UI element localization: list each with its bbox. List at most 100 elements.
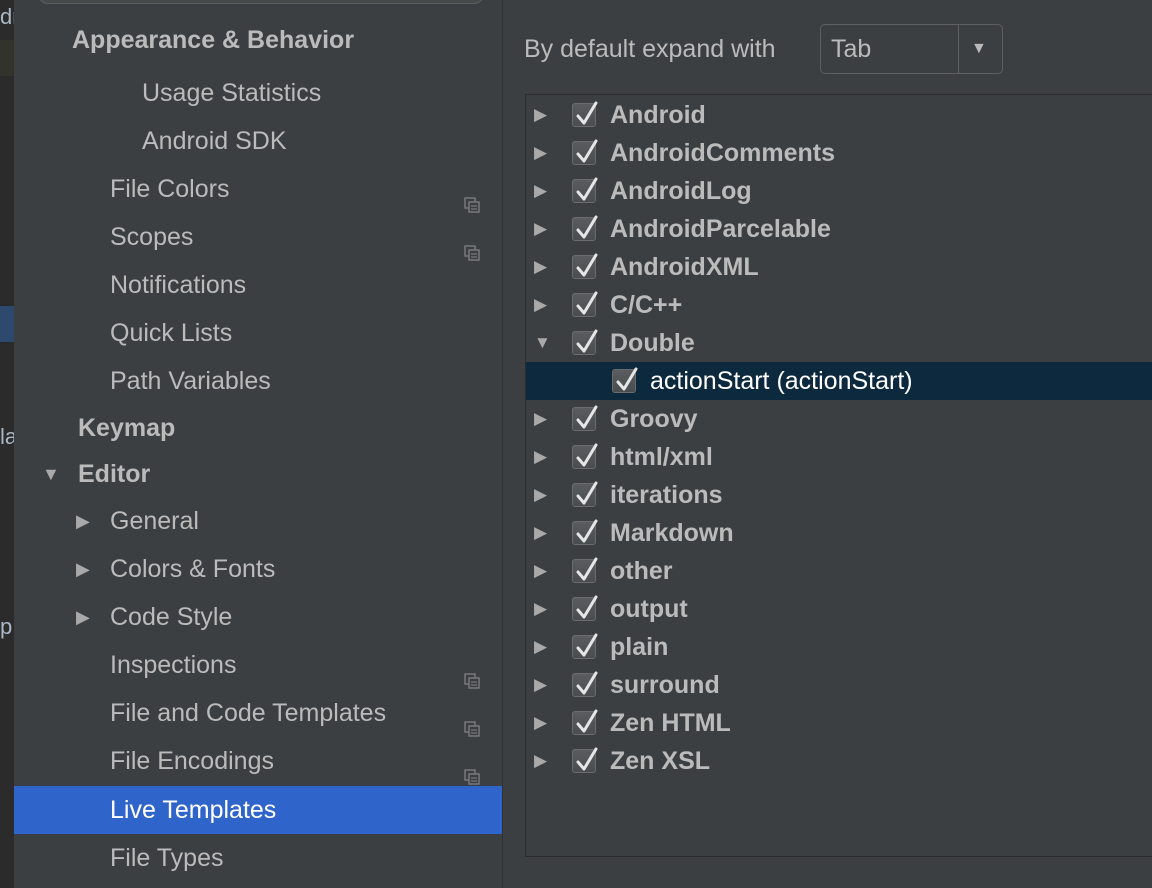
collapsed-arrow-icon[interactable]: ▶	[534, 210, 547, 248]
sidebar-item-label: Usage Statistics	[142, 79, 322, 107]
collapsed-arrow-icon[interactable]: ▶	[534, 476, 547, 514]
template-label: Zen HTML	[610, 709, 731, 737]
template-checkbox[interactable]	[572, 177, 598, 203]
sidebar-item-label: Code Style	[110, 603, 233, 631]
template-checkbox[interactable]	[572, 101, 598, 127]
template-checkbox[interactable]	[572, 139, 598, 165]
sidebar-item-editor[interactable]: ▼ Editor	[14, 450, 502, 498]
template-checkbox[interactable]	[572, 519, 598, 545]
chevron-down-icon[interactable]: ▼	[971, 25, 987, 73]
sidebar-item-colors-fonts[interactable]: ▶ Colors & Fonts	[14, 545, 502, 593]
template-checkbox[interactable]	[572, 595, 598, 621]
collapsed-arrow-icon[interactable]: ▶	[534, 514, 547, 552]
sidebar-item-notifications[interactable]: Notifications	[14, 261, 502, 309]
sidebar-item-label: General	[110, 507, 199, 535]
template-group-zen-html[interactable]: ▶ Zen HTML	[526, 704, 1152, 742]
collapsed-arrow-icon[interactable]: ▶	[76, 593, 90, 641]
editor-text-fragment: dr	[0, 4, 14, 29]
template-checkbox[interactable]	[572, 405, 598, 431]
collapsed-arrow-icon[interactable]: ▶	[534, 400, 547, 438]
template-group-markdown[interactable]: ▶ Markdown	[526, 514, 1152, 552]
sidebar-item-android-sdk[interactable]: Android SDK	[14, 117, 502, 165]
template-checkbox[interactable]	[572, 329, 598, 355]
sidebar-item-live-templates[interactable]: Live Templates	[14, 786, 502, 834]
sidebar-item-file-types[interactable]: File Types	[14, 834, 502, 882]
collapsed-arrow-icon[interactable]: ▶	[534, 628, 547, 666]
sidebar-item-appearance-behavior[interactable]: Appearance & Behavior	[14, 16, 502, 64]
template-group-iterations[interactable]: ▶ iterations	[526, 476, 1152, 514]
template-group-zen-xsl[interactable]: ▶ Zen XSL	[526, 742, 1152, 780]
editor-text-fragment: la	[0, 424, 14, 449]
template-group-androidcomments[interactable]: ▶ AndroidComments	[526, 134, 1152, 172]
sidebar-item-label: Inspections	[110, 651, 237, 679]
template-item-actionstart-actionstart[interactable]: actionStart (actionStart)	[526, 362, 1152, 400]
template-checkbox[interactable]	[572, 481, 598, 507]
sidebar-item-code-style[interactable]: ▶ Code Style	[14, 593, 502, 641]
project-settings-icon	[464, 657, 480, 689]
sidebar-item-general[interactable]: ▶ General	[14, 497, 502, 545]
sidebar-item-keymap[interactable]: Keymap	[14, 404, 502, 452]
collapsed-arrow-icon[interactable]: ▶	[534, 590, 547, 628]
sidebar-item-label: Keymap	[78, 414, 176, 442]
template-group-double[interactable]: ▼ Double	[526, 324, 1152, 362]
sidebar-item-label: File Types	[110, 844, 224, 872]
collapsed-arrow-icon[interactable]: ▶	[534, 704, 547, 742]
template-checkbox[interactable]	[572, 253, 598, 279]
template-checkbox[interactable]	[572, 557, 598, 583]
template-checkbox[interactable]	[572, 709, 598, 735]
template-group-plain[interactable]: ▶ plain	[526, 628, 1152, 666]
collapsed-arrow-icon[interactable]: ▶	[76, 497, 90, 545]
expanded-arrow-icon[interactable]: ▼	[42, 450, 60, 498]
template-group-androidparcelable[interactable]: ▶ AndroidParcelable	[526, 210, 1152, 248]
sidebar-item-inspections[interactable]: Inspections	[14, 641, 502, 689]
collapsed-arrow-icon[interactable]: ▶	[534, 248, 547, 286]
collapsed-arrow-icon[interactable]: ▶	[534, 286, 547, 324]
sidebar-item-usage-statistics[interactable]: Usage Statistics	[14, 69, 502, 117]
sidebar-item-label: Quick Lists	[110, 319, 233, 347]
sidebar-item-label: Live Templates	[110, 796, 277, 824]
expand-with-dropdown[interactable]: Tab ▼	[820, 24, 1003, 74]
collapsed-arrow-icon[interactable]: ▶	[534, 134, 547, 172]
sidebar-item-path-variables[interactable]: Path Variables	[14, 357, 502, 405]
expanded-arrow-icon[interactable]: ▼	[534, 324, 551, 362]
template-group-surround[interactable]: ▶ surround	[526, 666, 1152, 704]
expand-with-label: By default expand with	[524, 35, 776, 63]
template-group-androidlog[interactable]: ▶ AndroidLog	[526, 172, 1152, 210]
sidebar-item-label: Android SDK	[142, 127, 287, 155]
template-group-androidxml[interactable]: ▶ AndroidXML	[526, 248, 1152, 286]
sidebar-item-scopes[interactable]: Scopes	[14, 213, 502, 261]
collapsed-arrow-icon[interactable]: ▶	[534, 666, 547, 704]
collapsed-arrow-icon[interactable]: ▶	[534, 742, 547, 780]
collapsed-arrow-icon[interactable]: ▶	[534, 96, 547, 134]
template-group-android[interactable]: ▶ Android	[526, 96, 1152, 134]
sidebar-item-file-and-code-templates[interactable]: File and Code Templates	[14, 689, 502, 737]
template-group-output[interactable]: ▶ output	[526, 590, 1152, 628]
template-checkbox[interactable]	[612, 367, 638, 393]
sidebar-item-label: Path Variables	[110, 367, 271, 395]
sidebar-item-file-encodings[interactable]: File Encodings	[14, 737, 502, 785]
template-checkbox[interactable]	[572, 747, 598, 773]
collapsed-arrow-icon[interactable]: ▶	[534, 552, 547, 590]
editor-selection-highlight	[0, 306, 14, 342]
template-checkbox[interactable]	[572, 443, 598, 469]
sidebar-item-label: File and Code Templates	[110, 699, 387, 727]
sidebar-item-quick-lists[interactable]: Quick Lists	[14, 309, 502, 357]
template-group-other[interactable]: ▶ other	[526, 552, 1152, 590]
sidebar-item-file-colors[interactable]: File Colors	[14, 165, 502, 213]
template-checkbox[interactable]	[572, 671, 598, 697]
template-label: iterations	[610, 481, 723, 509]
template-group-html-xml[interactable]: ▶ html/xml	[526, 438, 1152, 476]
project-settings-icon	[464, 753, 480, 785]
template-group-c-c[interactable]: ▶ C/C++	[526, 286, 1152, 324]
settings-search-input[interactable]	[38, 0, 484, 4]
template-checkbox[interactable]	[572, 633, 598, 659]
template-label: actionStart (actionStart)	[650, 367, 913, 395]
template-checkbox[interactable]	[572, 291, 598, 317]
template-group-groovy[interactable]: ▶ Groovy	[526, 400, 1152, 438]
collapsed-arrow-icon[interactable]: ▶	[76, 545, 90, 593]
collapsed-arrow-icon[interactable]: ▶	[534, 438, 547, 476]
template-checkbox[interactable]	[572, 215, 598, 241]
settings-window: dr la p Appearance & Behavior Usage Stati…	[0, 0, 1152, 888]
collapsed-arrow-icon[interactable]: ▶	[534, 172, 547, 210]
editor-edge-strip: dr la p	[0, 0, 14, 888]
